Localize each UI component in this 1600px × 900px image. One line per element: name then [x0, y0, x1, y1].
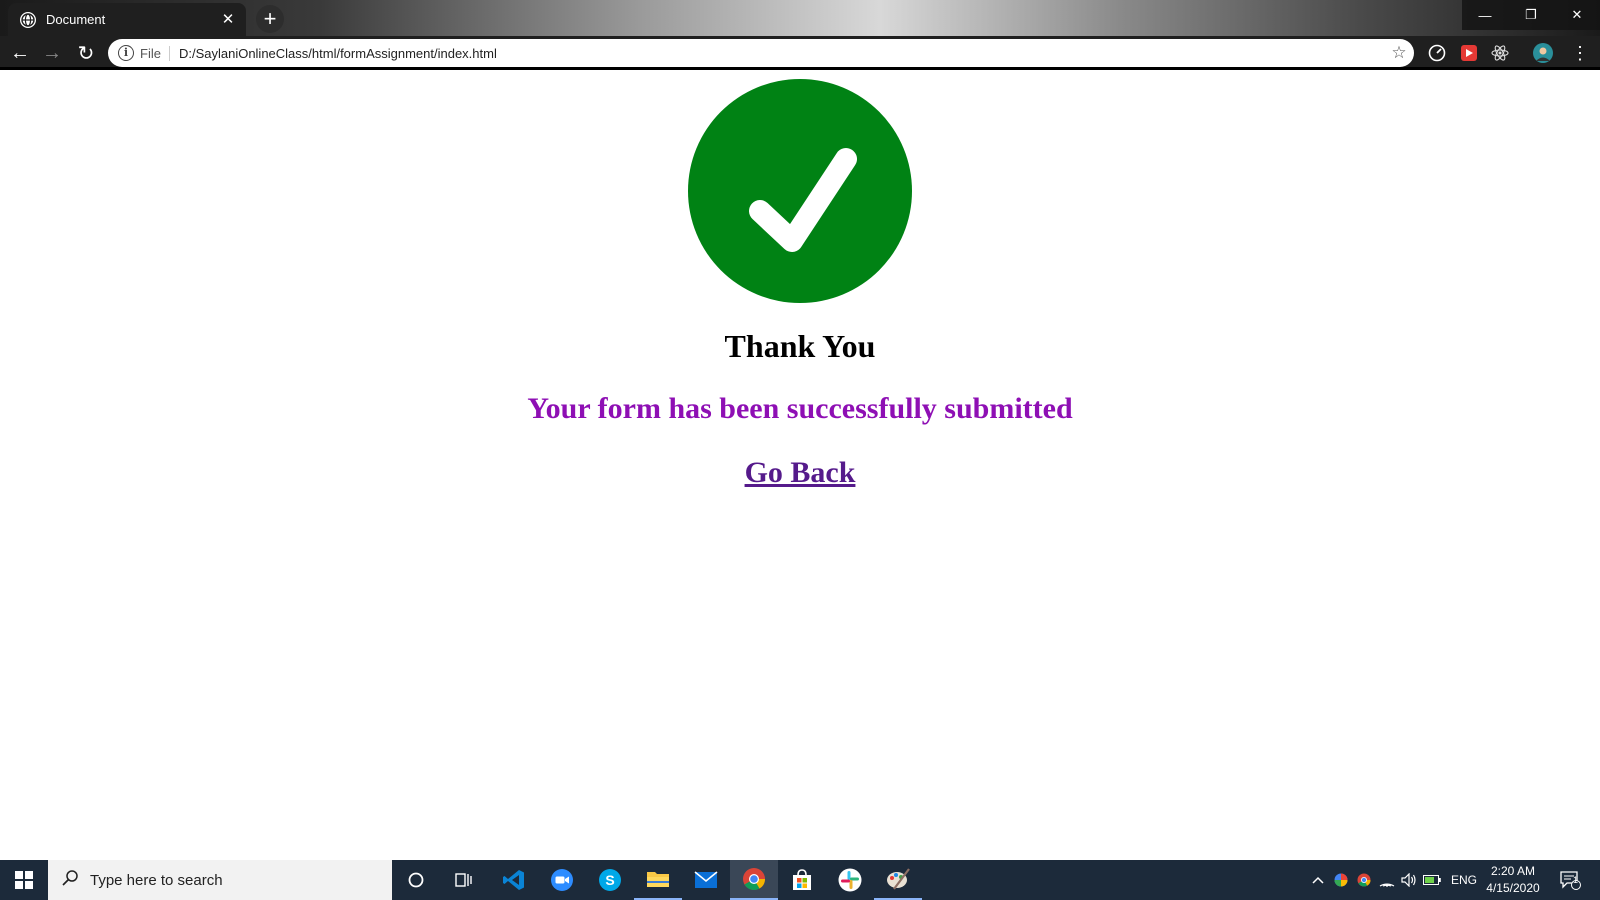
- back-button[interactable]: ←: [8, 41, 32, 65]
- thank-you-heading: Thank You: [724, 328, 876, 364]
- taskbar-search-input[interactable]: Type here to search: [48, 860, 392, 900]
- checkmark-icon: [688, 79, 912, 303]
- notification-count: 1: [1573, 875, 1579, 885]
- close-window-button[interactable]: ✕: [1554, 0, 1600, 30]
- window-controls: — ❐ ✕: [1462, 0, 1600, 30]
- notifications-icon[interactable]: 1: [1550, 860, 1590, 900]
- chrome-tray-icon[interactable]: [1353, 860, 1375, 900]
- info-icon[interactable]: i: [118, 45, 134, 61]
- scheme-label: File: [140, 45, 170, 61]
- task-view-icon[interactable]: [440, 860, 488, 900]
- restore-button[interactable]: ❐: [1508, 0, 1554, 30]
- clock-time: 2:20 AM: [1490, 864, 1536, 878]
- windows-start-icon[interactable]: [0, 860, 48, 900]
- show-hidden-icons-icon[interactable]: [1306, 860, 1330, 900]
- video-extension-icon[interactable]: [1459, 43, 1479, 63]
- tab-title: Document: [46, 12, 106, 27]
- language-indicator[interactable]: ENG: [1446, 860, 1482, 900]
- network-globe-icon[interactable]: [1330, 860, 1352, 900]
- chrome-icon[interactable]: [730, 860, 778, 900]
- url-text[interactable]: D:/SaylaniOnlineClass/html/formAssignmen…: [179, 46, 1384, 61]
- windows-taskbar: Type here to search S ENG 2:20 AM 4/15/2…: [0, 860, 1600, 900]
- react-devtools-icon[interactable]: [1490, 43, 1510, 63]
- new-tab-button[interactable]: +: [256, 5, 284, 33]
- svg-text:S: S: [605, 872, 614, 888]
- taskbar-clock[interactable]: 2:20 AM 4/15/2020: [1478, 863, 1548, 897]
- minimize-button[interactable]: —: [1462, 0, 1508, 30]
- forward-button[interactable]: →: [40, 41, 64, 65]
- zoom-icon[interactable]: [538, 860, 586, 900]
- address-bar[interactable]: i File D:/SaylaniOnlineClass/html/formAs…: [108, 39, 1414, 67]
- window-titlebar: Document ✕ + — ❐ ✕: [0, 0, 1600, 36]
- speed-extension-icon[interactable]: [1427, 43, 1447, 63]
- search-placeholder: Type here to search: [90, 871, 223, 889]
- go-back-link[interactable]: Go Back: [0, 456, 1600, 490]
- battery-icon[interactable]: [1421, 860, 1443, 900]
- success-message: Your form has been successfully submitte…: [527, 392, 1073, 425]
- reload-button[interactable]: ↻: [74, 41, 98, 65]
- volume-icon[interactable]: [1398, 860, 1420, 900]
- cortana-icon[interactable]: [392, 860, 440, 900]
- search-icon: [62, 869, 78, 891]
- menu-icon[interactable]: ⋮: [1568, 41, 1592, 65]
- clock-date: 4/15/2020: [1486, 881, 1540, 895]
- bookmark-star-icon[interactable]: ☆: [1384, 43, 1414, 63]
- file-explorer-icon[interactable]: [634, 860, 682, 900]
- slack-icon[interactable]: [826, 860, 874, 900]
- vscode-icon[interactable]: [490, 860, 538, 900]
- wifi-icon[interactable]: [1376, 860, 1398, 900]
- skype-icon[interactable]: S: [586, 860, 634, 900]
- profile-avatar[interactable]: [1533, 43, 1553, 63]
- browser-tab[interactable]: Document ✕: [8, 3, 246, 36]
- paint-icon[interactable]: [874, 860, 922, 900]
- tab-close-icon[interactable]: ✕: [220, 11, 236, 28]
- page-content: Thank You Your form has been successfull…: [0, 70, 1600, 860]
- browser-toolbar: ← → ↻ i File D:/SaylaniOnlineClass/html/…: [0, 36, 1600, 70]
- store-icon[interactable]: [778, 860, 826, 900]
- globe-icon: [20, 11, 36, 28]
- mail-icon[interactable]: [682, 860, 730, 900]
